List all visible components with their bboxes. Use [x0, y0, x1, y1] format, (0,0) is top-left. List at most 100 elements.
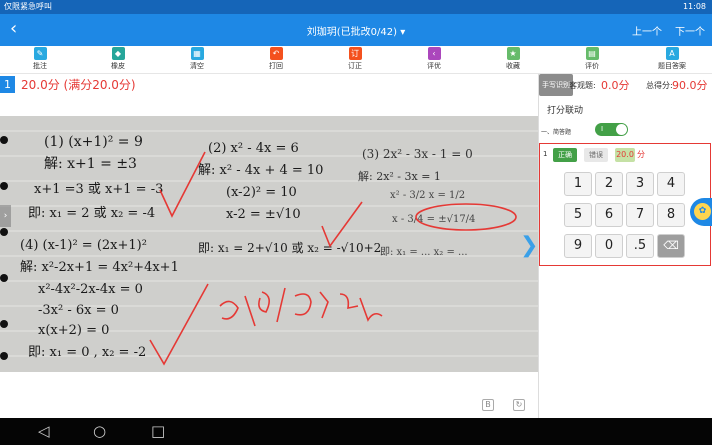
total-score-label: 总得分: — [646, 81, 673, 90]
key-1[interactable]: 1 — [564, 172, 592, 196]
svg-text:解: 2x² - 3x = 1: 解: 2x² - 3x = 1 — [358, 169, 441, 183]
svg-text:x² - 3/2 x = 1/2: x² - 3/2 x = 1/2 — [390, 190, 465, 201]
tool-annotate[interactable]: ✎ 批注 — [18, 47, 62, 73]
svg-text:x-2 = ±√10: x-2 = ±√10 — [226, 207, 301, 222]
key-4[interactable]: 4 — [657, 172, 685, 196]
linkage-label: 打分联动 — [547, 106, 584, 116]
svg-text:-3x² - 6x = 0: -3x² - 6x = 0 — [38, 303, 119, 318]
svg-text:x(x+2) = 0: x(x+2) = 0 — [38, 323, 109, 338]
status-bar: 仅限紧急呼叫 11:08 — [0, 0, 712, 14]
correct-icon: 订 — [348, 47, 362, 60]
svg-text:解: x²-2x+1 = 4x²+4x+1: 解: x²-2x+1 = 4x²+4x+1 — [20, 260, 179, 275]
key-7[interactable]: 7 — [626, 203, 654, 227]
rotate-icon[interactable]: B — [482, 399, 494, 411]
tool-favorite[interactable]: ★ 收藏 — [491, 47, 535, 73]
student-answer-image[interactable]: (1) (x+1)² = 9 解: x+1 = ±3 x+1 =3 或 x+1 … — [0, 116, 538, 372]
prev-button[interactable]: 上一个 — [632, 23, 662, 38]
correct-button[interactable]: 正确 — [553, 148, 577, 162]
toolbar: ✎ 批注 ◆ 橡皮 ▦ 清空 ↶ 打回 订订正 ‹ 评优 ★ 收藏 ▤ 评价 A 题目答案 — [0, 46, 712, 74]
handwriting-drawing: (1) (x+1)² = 9 解: x+1 = ±3 x+1 =3 或 x+1 … — [0, 130, 538, 366]
tool-label: 题目答案 — [658, 62, 686, 70]
tool-comment[interactable]: ▤ 评价 — [570, 47, 614, 73]
return-icon: ↶ — [269, 47, 283, 60]
svg-text:(x-2)² = 10: (x-2)² = 10 — [226, 185, 297, 200]
pencil-icon: ✎ — [33, 47, 47, 60]
tool-label: 评价 — [585, 62, 599, 70]
svg-text:(4) (x-1)² = (2x+1)²: (4) (x-1)² = (2x+1)² — [20, 238, 147, 253]
grade-index: 1 — [543, 150, 548, 158]
nav-home-icon[interactable]: ○ — [93, 421, 106, 441]
star-icon: ★ — [506, 47, 520, 60]
answer-image-area[interactable]: (1) (x+1)² = 9 解: x+1 = ±3 x+1 =3 或 x+1 … — [0, 96, 538, 418]
floating-assistant-button[interactable]: ✿ — [690, 198, 712, 226]
tool-eraser[interactable]: ◆ 橡皮 — [96, 47, 140, 73]
tool-label: 打回 — [269, 62, 283, 70]
svg-text:(1) (x+1)² = 9: (1) (x+1)² = 9 — [44, 134, 143, 150]
key-8[interactable]: 8 — [657, 203, 685, 227]
svg-text:x²-4x²-2x-4x = 0: x²-4x²-2x-4x = 0 — [38, 282, 143, 297]
key-5[interactable]: 5 — [564, 203, 592, 227]
clock: 11:08 — [682, 2, 706, 11]
wrong-button[interactable]: 错误 — [584, 148, 608, 162]
system-nav-bar: ◁ ○ □ — [0, 418, 712, 445]
tool-return[interactable]: ↶ 打回 — [254, 47, 298, 73]
next-image-arrow[interactable]: ❯ — [520, 232, 538, 260]
key-3[interactable]: 3 — [626, 172, 654, 196]
tool-label: 收藏 — [506, 62, 520, 70]
student-title[interactable]: 刘珈玥(已批改0/42) ▾ — [0, 23, 712, 38]
next-button[interactable]: 下一个 — [675, 23, 705, 38]
tool-label: 订正 — [348, 62, 362, 70]
student-name-label: 刘珈玥(已批改0/42) — [306, 27, 398, 38]
svg-text:即: x₁ = 0 , x₂ = -2: 即: x₁ = 0 , x₂ = -2 — [28, 345, 146, 360]
key-6[interactable]: 6 — [595, 203, 623, 227]
question-score: 20.0分 (满分20.0分) — [21, 78, 136, 92]
tool-label: 批注 — [33, 62, 47, 70]
svg-text:(3) 2x² - 3x - 1 = 0: (3) 2x² - 3x - 1 = 0 — [362, 147, 473, 161]
tool-label: 橡皮 — [111, 62, 125, 70]
eraser-icon: ◆ — [111, 47, 125, 60]
tool-answer[interactable]: A 题目答案 — [650, 47, 694, 73]
svg-text:即: x₁ = 2 或 x₂ = -4: 即: x₁ = 2 或 x₂ = -4 — [28, 206, 155, 221]
backspace-key[interactable]: ⌫ — [657, 234, 685, 258]
nav-back-icon[interactable]: ◁ — [38, 421, 50, 441]
tool-correct[interactable]: 订订正 — [333, 47, 377, 73]
image-left-arrow[interactable]: › — [0, 205, 11, 227]
objective-score-value: 0.0分 — [601, 79, 630, 92]
section-row: 一、简答题 — [539, 127, 712, 141]
svg-text:x - 3/4 = ±√17/4: x - 3/4 = ±√17/4 — [392, 214, 475, 225]
dropdown-icon: ▾ — [400, 27, 406, 38]
svg-text:(2) x² - 4x = 6: (2) x² - 4x = 6 — [208, 141, 299, 156]
nav-recent-icon[interactable]: □ — [151, 421, 165, 441]
key-0[interactable]: 0 — [595, 234, 623, 258]
clear-icon: ▦ — [190, 47, 204, 60]
question-score-bar: 1 20.0分 (满分20.0分) — [0, 74, 538, 96]
svg-text:解: x² - 4x + 4 = 10: 解: x² - 4x + 4 = 10 — [198, 163, 323, 178]
tool-excellent[interactable]: ‹ 评优 — [412, 47, 456, 73]
linkage-row: 打分联动 I — [539, 96, 712, 136]
handwriting-recognition-button[interactable]: 手写识别 — [539, 74, 573, 96]
key-9[interactable]: 9 — [564, 234, 592, 258]
grade-input-box: 1 正确 错误 20.0 分 1 2 3 4 5 6 7 8 9 0 .5 ⌫ — [539, 143, 711, 266]
svg-text:即: x₁ = ... x₂ = ...: 即: x₁ = ... x₂ = ... — [380, 246, 468, 258]
svg-text:解: x+1 = ±3: 解: x+1 = ±3 — [44, 156, 137, 172]
score-summary: 手写识别 客观题: 0.0分 总得分: 90.0分 — [539, 74, 712, 96]
objective-score-label: 客观题: — [569, 81, 596, 90]
svg-text:即: x₁ = 2+√10 或 x₂ = -√10+2: 即: x₁ = 2+√10 或 x₂ = -√10+2 — [198, 241, 381, 255]
key-2[interactable]: 2 — [595, 172, 623, 196]
share-icon: ‹ — [427, 47, 441, 60]
score-unit: 分 — [637, 150, 645, 159]
tool-label: 清空 — [190, 62, 204, 70]
svg-text:x+1 =3 或 x+1 = -3: x+1 =3 或 x+1 = -3 — [34, 182, 163, 197]
total-score-value: 90.0分 — [672, 79, 708, 92]
comment-icon: ▤ — [585, 47, 599, 60]
refresh-icon[interactable]: ↻ — [513, 399, 525, 411]
score-input[interactable]: 20.0 — [615, 148, 635, 162]
key-half[interactable]: .5 — [626, 234, 654, 258]
emergency-text: 仅限紧急呼叫 — [4, 2, 52, 11]
question-number: 1 — [0, 76, 15, 93]
tool-label: 评优 — [427, 62, 441, 70]
section-title: 一、简答题 — [541, 129, 572, 136]
app-bar: ‹ 刘珈玥(已批改0/42) ▾ 上一个 下一个 — [0, 14, 712, 46]
app-root: 仅限紧急呼叫 11:08 ‹ 刘珈玥(已批改0/42) ▾ 上一个 下一个 ✎ 批… — [0, 0, 712, 445]
tool-clear[interactable]: ▦ 清空 — [175, 47, 219, 73]
